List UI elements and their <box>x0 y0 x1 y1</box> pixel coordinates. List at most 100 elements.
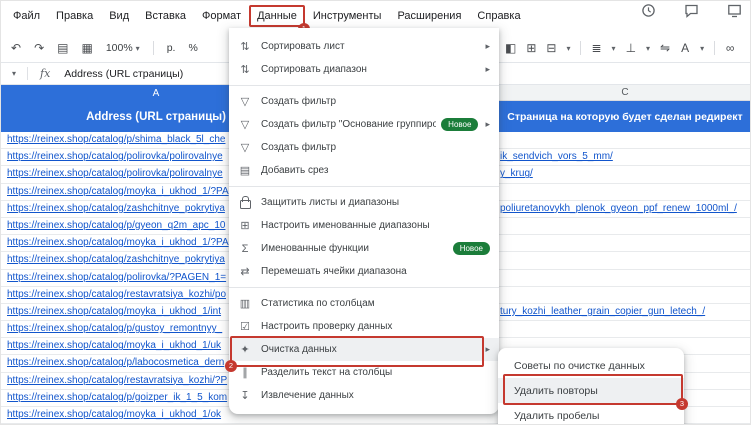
menubar-item-3[interactable]: Вид <box>101 5 137 27</box>
menu-item-add-slicer[interactable]: ▤Добавить срез <box>229 159 499 182</box>
menu-item-label: Извлечение данных <box>261 390 490 401</box>
sort-icon: ⇅ <box>229 63 261 76</box>
submenu-arrow-icon: ▸ <box>485 41 490 52</box>
menu-divider <box>229 85 499 86</box>
zoom-value: 100% <box>106 42 133 54</box>
menu-item-sort-sheet[interactable]: ⇅Сортировать лист▸ <box>229 35 499 58</box>
formula-input[interactable]: Address (URL страницы) <box>64 68 183 80</box>
topright-icons <box>641 3 742 18</box>
print-icon[interactable]: ▤ <box>57 41 68 55</box>
new-badge: Новое <box>453 242 490 255</box>
fx-icon: fx <box>40 67 50 80</box>
menubar-item-2[interactable]: Правка <box>48 5 101 27</box>
annotation-box-remove-duplicates: 3 <box>503 374 683 405</box>
redirect-cell-fragment[interactable]: poliuretanovykh_plenok_gyeon_ppf_renew_1… <box>500 203 750 214</box>
menu-item-label: Создать фильтр "Основание группировки" <box>261 119 436 130</box>
chevron-down-icon: ▾ <box>700 44 704 53</box>
menu-item-create-filter[interactable]: ▽Создать фильтр <box>229 90 499 113</box>
menubar-item-1[interactable]: Файл <box>5 5 48 27</box>
menu-item-label: Статистика по столбцам <box>261 298 490 309</box>
menubar-item-8[interactable]: Расширения <box>389 5 469 27</box>
menu-item-sort-range[interactable]: ⇅Сортировать диапазон ▸ <box>229 58 499 81</box>
new-badge: Новое <box>441 118 478 131</box>
extract-icon: ↧ <box>229 389 261 402</box>
column-header-c[interactable]: C <box>498 85 751 101</box>
insert-link-icon[interactable]: ∞ <box>725 41 735 55</box>
stats-icon: ▥ <box>229 297 261 310</box>
toolbar: ↶ ↷ ▤ ▦ 100% ▾ р. % <box>11 38 198 58</box>
menubar-item-6[interactable]: Данные1 <box>249 5 305 27</box>
menu-item-named-ranges[interactable]: ⊞Настроить именованные диапазоны <box>229 214 499 237</box>
redirect-cell-fragment[interactable]: ik_sendvich_vors_5_mm/ <box>500 151 750 162</box>
menu-item-label: Именованные функции <box>261 243 448 254</box>
submenu-item-remove-whitespace[interactable]: Удалить пробелы <box>498 403 684 425</box>
submenu-arrow-icon: ▸ <box>485 344 490 355</box>
menubar-item-4[interactable]: Вставка <box>137 5 194 27</box>
menu-item-label: Сортировать лист <box>261 41 478 52</box>
filter-icon: ▽ <box>229 118 261 131</box>
menu-item-label: Разделить текст на столбцы <box>261 367 490 378</box>
lock-icon <box>229 196 261 209</box>
menu-item-label: Перемешать ячейки диапазона <box>261 266 490 277</box>
filter-icon: ▽ <box>229 95 261 108</box>
menu-item-create-filter-view[interactable]: ▽Создать фильтр <box>229 136 499 159</box>
menu-item-named-functions[interactable]: ΣИменованные функции Новое <box>229 237 499 260</box>
google-sheets-window: ФайлПравкаВидВставкаФорматДанные1Инструм… <box>0 0 751 425</box>
redirect-cell-fragment[interactable]: tury_kozhi_leather_grain_copier_gun_lete… <box>500 306 750 317</box>
comment-icon[interactable] <box>684 3 699 18</box>
annotation-box-data-cleanup: 2 <box>230 336 484 367</box>
menu-item-label: Защитить листы и диапазоны <box>261 197 490 208</box>
chevron-down-icon: ▾ <box>566 44 570 53</box>
redirect-cell-fragment[interactable]: y_krug/ <box>500 168 750 179</box>
menu-item-protect-sheets[interactable]: Защитить листы и диапазоны <box>229 191 499 214</box>
name-box[interactable]: ▾ <box>1 69 27 78</box>
vertical-align-icon[interactable]: ⊥ <box>626 41 636 55</box>
header-cell-c1[interactable]: Страница на которую будет сделан редирек… <box>498 101 751 132</box>
undo-icon[interactable]: ↶ <box>11 41 21 55</box>
zoom-control[interactable]: 100% ▾ <box>106 42 140 54</box>
toolbar-right: ◧ ⊞ ⊟ ▾ ≣ ▾ ⊥ ▾ ⇋ A ▾ ∞ <box>505 38 735 58</box>
paint-format-icon[interactable]: ▦ <box>81 41 92 55</box>
share-screen-icon[interactable] <box>727 3 742 18</box>
menu-item-randomize-range[interactable]: ⇄Перемешать ячейки диапазона <box>229 260 499 283</box>
sigma-icon: Σ <box>229 243 261 255</box>
history-icon[interactable] <box>641 3 656 18</box>
chevron-down-icon: ▾ <box>646 44 650 53</box>
menu-item-data-validation[interactable]: ☑Настроить проверку данных <box>229 315 499 338</box>
menu-item-label: Настроить именованные диапазоны <box>261 220 490 231</box>
toolbar-divider <box>580 41 581 55</box>
merge-cells-icon[interactable]: ⊟ <box>546 41 556 55</box>
submenu-arrow-icon: ▸ <box>485 119 490 130</box>
filter-icon: ▽ <box>229 141 261 154</box>
menu-bar: ФайлПравкаВидВставкаФорматДанные1Инструм… <box>5 4 529 28</box>
menu-item-column-stats[interactable]: ▥Статистика по столбцам <box>229 292 499 315</box>
fill-color-icon[interactable]: ◧ <box>505 41 516 55</box>
text-rotate-icon[interactable]: A <box>680 41 690 55</box>
horizontal-align-icon[interactable]: ≣ <box>591 41 601 55</box>
menu-item-label: Добавить срез <box>261 165 490 176</box>
submenu-arrow-icon: ▸ <box>485 64 490 75</box>
menubar-item-7[interactable]: Инструменты <box>305 5 390 27</box>
redo-icon[interactable]: ↷ <box>34 41 44 55</box>
slicer-icon: ▤ <box>229 164 261 177</box>
borders-icon[interactable]: ⊞ <box>526 41 536 55</box>
toolbar-divider <box>714 41 715 55</box>
menu-item-label: Создать фильтр <box>261 96 490 107</box>
step-2-badge: 2 <box>225 360 237 372</box>
menubar-item-9[interactable]: Справка <box>469 5 528 27</box>
chevron-down-icon: ▾ <box>612 44 616 53</box>
menubar-item-5[interactable]: Формат <box>194 5 249 27</box>
menu-divider <box>229 287 499 288</box>
shuffle-icon: ⇄ <box>229 265 261 278</box>
format-percent-button[interactable]: % <box>188 42 197 54</box>
toolbar-divider <box>153 41 154 55</box>
menu-item-data-extraction[interactable]: ↧Извлечение данных <box>229 384 499 407</box>
menu-item-label: Сортировать диапазон <box>261 64 478 75</box>
text-wrap-icon[interactable]: ⇋ <box>660 41 670 55</box>
formula-bar-divider <box>27 67 28 80</box>
chevron-down-icon: ▾ <box>136 44 140 53</box>
menu-item-label: Создать фильтр <box>261 142 490 153</box>
menu-item-create-group-by-filter[interactable]: ▽Создать фильтр "Основание группировки" Н… <box>229 113 499 136</box>
step-3-badge: 3 <box>676 398 688 410</box>
format-currency-button[interactable]: р. <box>167 42 176 54</box>
